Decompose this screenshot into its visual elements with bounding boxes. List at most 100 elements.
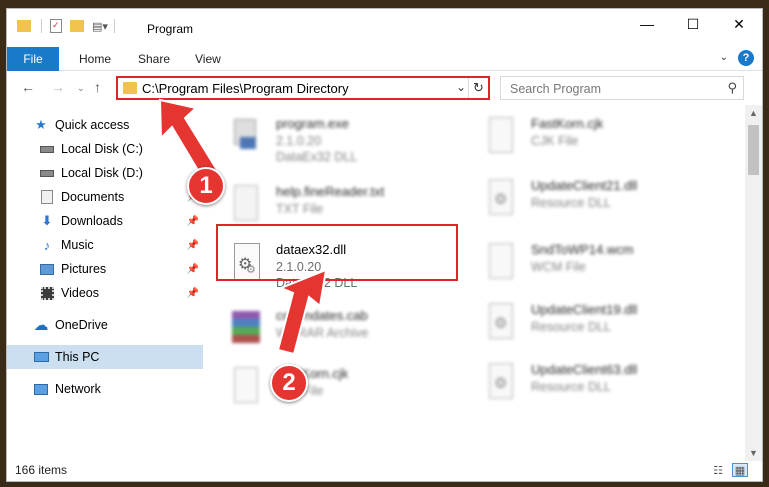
file-name: commdates.cab [276,308,368,323]
separator [113,19,115,33]
archive-icon [228,307,262,349]
pc-icon [33,349,49,365]
status-bar: 166 items ☷ ▦ [7,459,762,481]
recent-locations-icon[interactable]: ⌄ [77,83,85,94]
file-description: DataEx32 DLL [276,150,358,164]
refresh-icon[interactable]: ↻ [468,78,488,98]
step-2-badge: 2 [270,364,308,402]
sidebar-item-local-disk-c[interactable]: Local Disk (C:) [7,137,203,161]
star-icon: ★ [35,117,47,132]
tab-home[interactable]: Home [79,52,111,66]
large-icons-view-icon[interactable]: ▦ [732,463,748,477]
list-item[interactable]: SndToWP14.wcm WCM File [467,235,707,291]
search-icon[interactable]: ⚲ [727,80,737,96]
file-name: FastKorn.cjk [531,116,604,131]
tab-view[interactable]: View [195,52,221,66]
blank-file-icon [483,115,517,157]
file-name: UpdateClient63.dll [531,362,638,377]
downloads-icon: ⬇ [41,213,53,228]
pin-icon[interactable]: 📌 [187,240,199,251]
file-type: WCM File [531,260,586,274]
tab-share[interactable]: Share [138,52,170,66]
dll-icon: ⚙ [483,177,517,219]
folder-icon[interactable] [17,20,31,32]
documents-icon [39,189,55,205]
close-button[interactable]: ✕ [716,9,762,39]
list-item[interactable]: commdates.cab WinRAR Archive [212,301,452,357]
pin-icon[interactable]: 📌 [187,216,199,227]
details-view-icon[interactable]: ☷ [710,463,726,477]
drive-icon [39,141,55,157]
dll-icon: ⚙ [483,361,517,403]
cloud-icon: ☁ [33,317,49,334]
step-1-badge: 1 [187,167,225,205]
tab-file[interactable]: File [7,47,59,71]
sidebar-item-label: Quick access [55,118,130,132]
pin-icon[interactable]: 📌 [187,264,199,275]
scroll-up-icon[interactable]: ▲ [745,105,762,121]
videos-icon [39,285,55,301]
ribbon: File Home Share View ⌄ ? [7,47,762,71]
minimize-button[interactable]: — [624,9,670,39]
pin-icon[interactable]: 📌 [187,288,199,299]
sidebar-item-label: Local Disk (D:) [61,166,143,180]
expand-ribbon-icon[interactable]: ⌄ [720,52,728,63]
address-bar[interactable]: C:\Program Files\Program Directory ⌄ ↻ [116,76,490,100]
sidebar-item-network[interactable]: Network [7,377,203,401]
blank-file-icon [228,365,262,407]
maximize-button[interactable]: ☐ [670,9,716,39]
new-folder-icon[interactable] [70,20,84,32]
navigation-pane: ★ Quick access Local Disk (C:) Local Dis… [7,109,203,459]
folder-icon [123,82,137,94]
list-item[interactable]: ⚙ UpdateClient19.dll Resource DLL [467,295,707,351]
customize-toolbar-icon[interactable]: ▤▾ [92,20,108,33]
dll-icon: ⚙ [483,301,517,343]
sidebar-item-music[interactable]: ♪ Music 📌 [7,233,203,257]
sidebar-item-label: Downloads [61,214,123,228]
network-icon [33,381,49,397]
address-path[interactable]: C:\Program Files\Program Directory [142,81,349,96]
sidebar-item-onedrive[interactable]: ☁ OneDrive [7,313,203,337]
list-item[interactable]: FastKorn.cjk CJK File [212,359,452,415]
sidebar-item-this-pc[interactable]: This PC [7,345,203,369]
sidebar-item-label: This PC [55,350,100,364]
file-type: TXT File [276,202,323,216]
navigation-bar: ← → ⌄ ↑ C:\Program Files\Program Directo… [7,73,762,103]
search-input[interactable]: Search Program ⚲ [500,76,744,100]
pictures-icon [39,261,55,277]
scroll-thumb[interactable] [748,125,759,175]
list-item[interactable]: program.exe 2.1.0.20 DataEx32 DLL [212,109,452,165]
back-arrow-icon[interactable]: ← [21,79,35,95]
sidebar-item-videos[interactable]: Videos 📌 [7,281,203,305]
file-list: program.exe 2.1.0.20 DataEx32 DLL help.f… [212,105,737,461]
sidebar-item-pictures[interactable]: Pictures 📌 [7,257,203,281]
vertical-scrollbar[interactable]: ▲ ▼ [745,105,762,461]
drive-icon [39,165,55,181]
txt-file-icon [228,183,262,225]
sidebar-item-downloads[interactable]: ⬇ Downloads 📌 [7,209,203,233]
file-type: Resource DLL [531,196,611,210]
sidebar-item-label: OneDrive [55,318,108,332]
properties-icon[interactable]: ✓ [50,19,62,33]
file-name: UpdateClient21.dll [531,178,638,193]
title-bar: ✓ ▤▾ Program — ☐ ✕ [7,9,762,43]
sidebar-item-label: Documents [61,190,125,204]
sidebar-item-quick-access[interactable]: ★ Quick access [7,113,203,137]
list-item[interactable]: FastKorn.cjk CJK File [467,109,707,165]
list-item[interactable]: ⚙ UpdateClient21.dll Resource DLL [467,171,707,227]
list-item[interactable]: ⚙ UpdateClient63.dll Resource DLL [467,355,707,411]
window-title: Program [147,22,194,36]
sidebar-item-documents[interactable]: Documents 📌 [7,185,203,209]
blank-file-icon [483,241,517,283]
up-arrow-icon[interactable]: ↑ [94,79,101,95]
search-placeholder: Search Program [510,82,602,96]
dataex32-highlight-box [216,224,458,281]
separator [41,19,42,33]
file-name: program.exe [276,116,349,131]
file-type: Resource DLL [531,380,611,394]
file-name: SndToWP14.wcm [531,242,634,257]
forward-arrow-icon[interactable]: → [51,79,65,95]
sidebar-item-local-disk-d[interactable]: Local Disk (D:) [7,161,203,185]
help-button[interactable]: ? [738,50,754,66]
chevron-down-icon[interactable]: ⌄ [456,80,466,94]
